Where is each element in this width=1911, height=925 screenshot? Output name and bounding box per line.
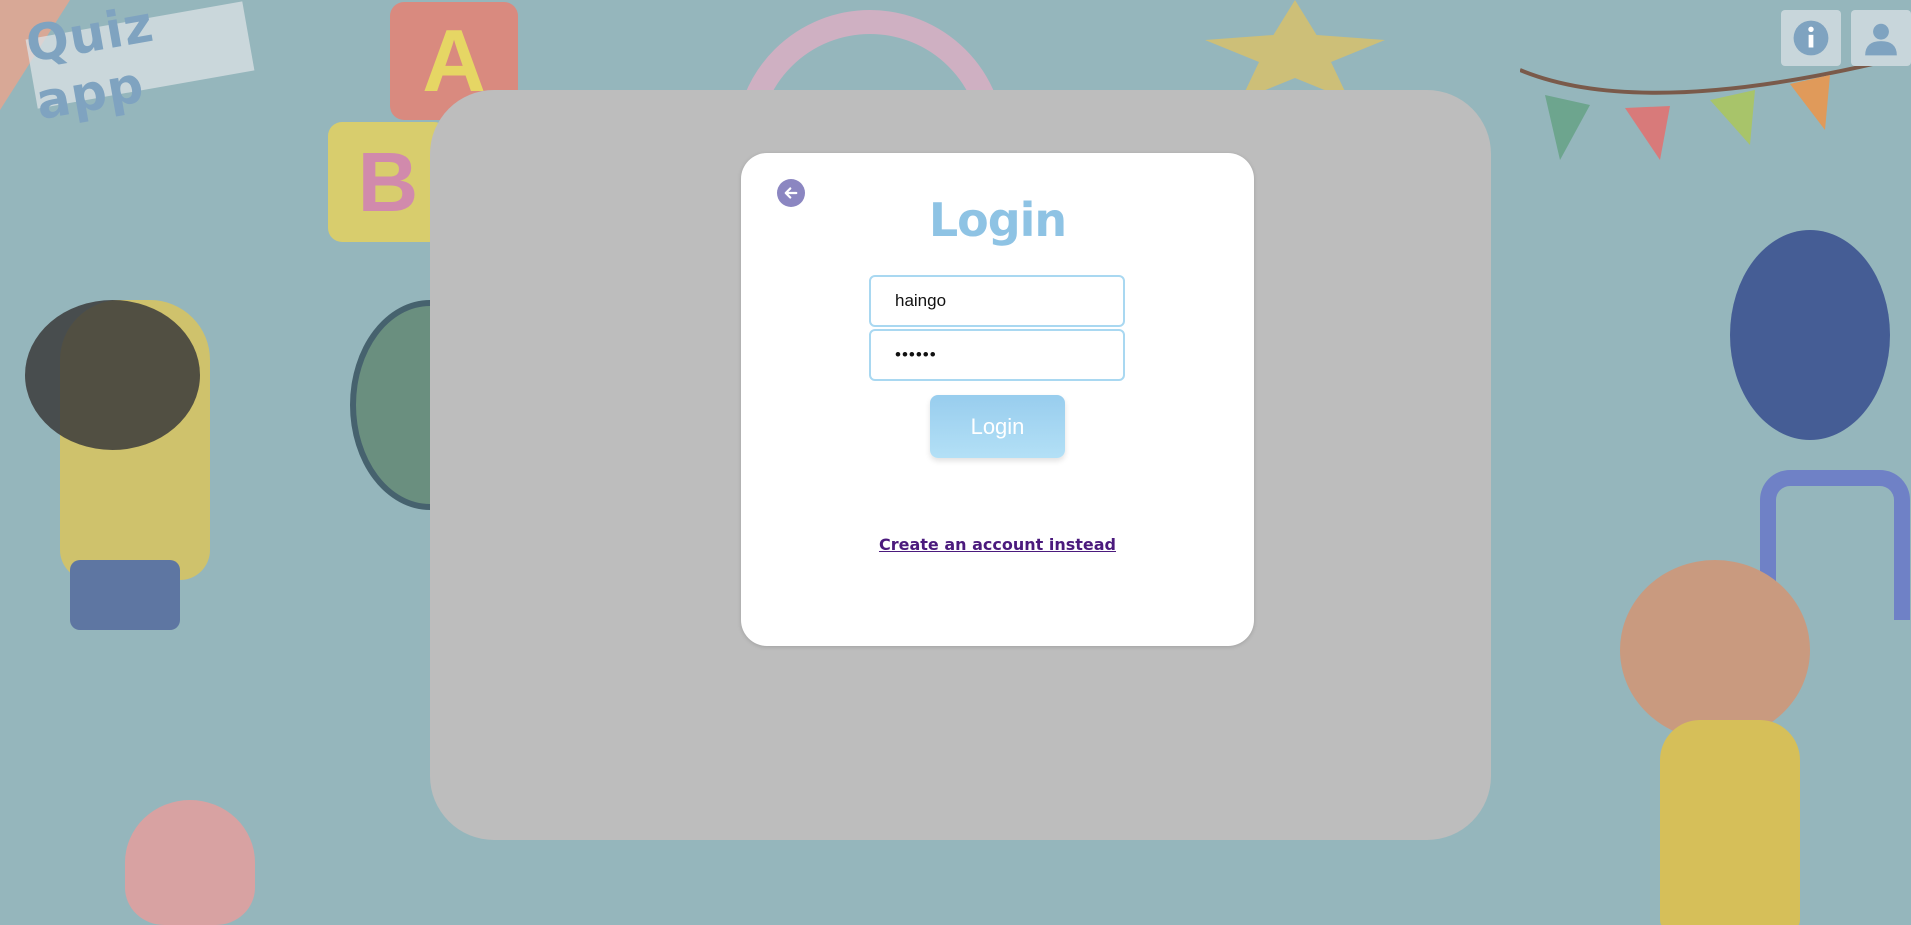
app-logo: Quiz app: [22, 0, 255, 131]
username-input[interactable]: [869, 275, 1125, 327]
password-input[interactable]: [869, 329, 1125, 381]
girl-illustration: [1620, 560, 1810, 740]
boy-head-illustration: [25, 300, 200, 450]
teddy-bear-illustration: [1730, 230, 1890, 440]
info-button[interactable]: [1781, 10, 1841, 66]
top-icon-bar: [1781, 10, 1911, 66]
girl-body-illustration: [1660, 720, 1800, 925]
reindeer-illustration: [125, 800, 255, 925]
user-button[interactable]: [1851, 10, 1911, 66]
bunting-flags-illustration: [1520, 60, 1890, 160]
info-icon: [1793, 20, 1829, 56]
login-title: Login: [928, 193, 1067, 247]
login-card: Login Login Create an account instead: [741, 153, 1254, 646]
login-button[interactable]: Login: [930, 395, 1065, 458]
create-account-link[interactable]: Create an account instead: [741, 535, 1254, 554]
star-illustration: [1205, 0, 1385, 100]
user-icon: [1865, 23, 1897, 56]
boy-legs-illustration: [70, 560, 180, 630]
app-logo-text: Quiz app: [21, 0, 159, 132]
